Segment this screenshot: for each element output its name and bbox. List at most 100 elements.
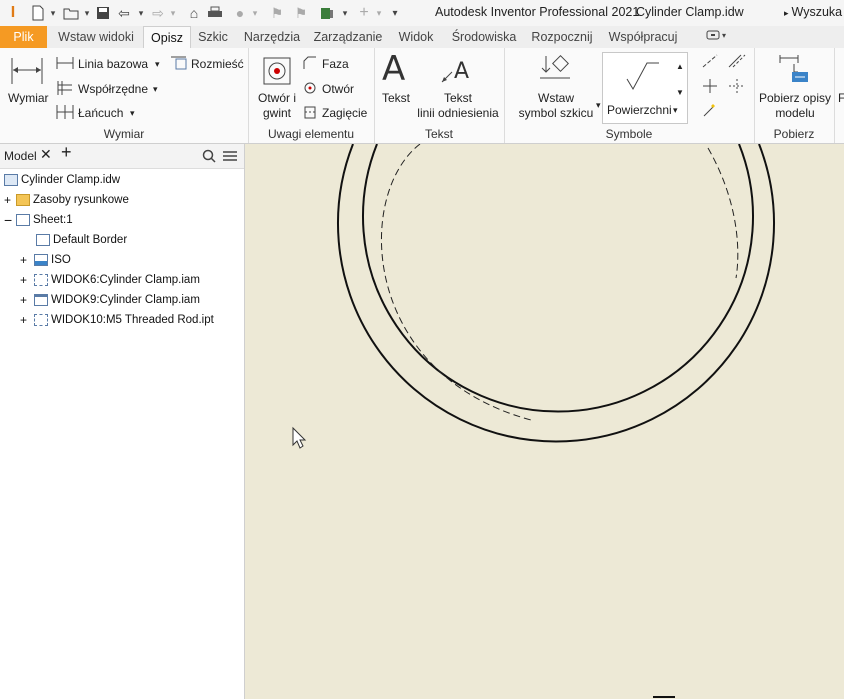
tab-plik[interactable]: Plik [0, 26, 47, 48]
tree-item-label: WIDOK9:Cylinder Clamp.iam [51, 294, 200, 306]
home-icon[interactable]: ⌂ [186, 4, 202, 22]
measure-icon[interactable]: ⚑ [268, 4, 286, 22]
chain-icon[interactable] [56, 104, 74, 123]
tab-wspolpracuj[interactable]: Współpracuj [602, 26, 684, 48]
centerline-icon[interactable] [702, 54, 718, 71]
undo-icon[interactable]: ⇦ [116, 4, 132, 22]
redo-dropdown-icon[interactable]: ▾ [168, 4, 178, 22]
customize-qat-icon[interactable]: ▾ [388, 4, 402, 22]
new-file-icon[interactable] [30, 4, 46, 22]
lancuch-button[interactable]: Łańcuch [78, 106, 123, 120]
leader-text-icon[interactable]: A [440, 56, 472, 89]
pobierz-label-1[interactable]: Pobierz opisy [756, 91, 834, 105]
redo-icon[interactable]: ⇨ [150, 4, 166, 22]
powierzchni-label[interactable]: Powierzchni [607, 103, 672, 117]
center-mark-icon[interactable] [702, 78, 718, 97]
otwor-button[interactable]: Otwór [322, 82, 354, 96]
save-icon[interactable] [94, 4, 112, 22]
hole-icon[interactable] [302, 79, 318, 98]
rozmiesc-button[interactable]: Rozmieść [191, 57, 244, 71]
tekst-button[interactable]: Tekst [382, 91, 410, 105]
tab-srodowiska[interactable]: Środowiska [446, 26, 522, 48]
tree-item-document[interactable]: Cylinder Clamp.idw [4, 171, 120, 189]
tab-wstaw-widoki[interactable]: Wstaw widoki [50, 26, 142, 48]
appearance-icon[interactable] [318, 4, 336, 22]
close-tab-icon[interactable]: ✕ [40, 147, 52, 161]
gallery-expand-icon[interactable]: ▾ [673, 103, 678, 117]
expand-plus-icon[interactable]: + [20, 291, 34, 309]
pobierz-label-2[interactable]: modelu [756, 106, 834, 120]
chamfer-icon[interactable] [302, 55, 318, 74]
open-folder-icon[interactable] [62, 4, 80, 22]
measure-2-icon[interactable]: ⚑ [292, 4, 310, 22]
wspolrzedne-dropdown-icon[interactable]: ▾ [153, 82, 158, 96]
new-dropdown-icon[interactable]: ▾ [48, 4, 58, 22]
sketch-symbol-icon[interactable] [538, 54, 572, 87]
gallery-up-icon[interactable]: ▲ [676, 60, 684, 74]
tab-widok[interactable]: Widok [392, 26, 440, 48]
drawing-canvas[interactable] [245, 144, 844, 699]
menu-icon[interactable] [222, 149, 238, 166]
tree-item-sheet[interactable]: − Sheet:1 [4, 211, 73, 229]
wstaw-symbol-label-2[interactable]: symbol szkicu [512, 106, 600, 120]
lancuch-dropdown-icon[interactable]: ▾ [130, 106, 135, 120]
auto-center-icon[interactable] [702, 102, 718, 121]
wspolrzedne-button[interactable]: Współrzędne [78, 82, 148, 96]
expand-plus-icon[interactable]: + [20, 311, 34, 329]
tree-item-iso[interactable]: + ISO [20, 251, 71, 269]
tab-opisz[interactable]: Opisz [143, 26, 191, 50]
otwor-gwint-label-2[interactable]: gwint [254, 106, 300, 120]
expand-plus-icon[interactable]: + [4, 191, 16, 209]
expand-plus-icon[interactable]: + [20, 271, 34, 289]
group-label-pobierz: Pobierz [773, 127, 815, 141]
ordinate-icon[interactable] [56, 80, 74, 99]
undo-dropdown-icon[interactable]: ▾ [136, 4, 146, 22]
hole-thread-icon[interactable] [262, 56, 292, 89]
print-icon[interactable] [206, 4, 224, 22]
tab-rozpocznij[interactable]: Rozpocznij [526, 26, 598, 48]
border-icon [36, 234, 50, 246]
tree-item-resources[interactable]: + Zasoby rysunkowe [4, 191, 129, 209]
centered-pattern-icon[interactable] [728, 78, 746, 97]
dimension-icon[interactable] [10, 56, 44, 89]
linia-bazowa-button[interactable]: Linia bazowa [78, 57, 148, 71]
baseline-icon[interactable] [56, 56, 74, 73]
retrieve-annotations-icon[interactable] [778, 54, 810, 87]
tab-narzedzia[interactable]: Narzędzia [240, 26, 304, 48]
ribbon-display-options-icon[interactable]: ▾ [700, 26, 734, 48]
gallery-down-icon[interactable]: ▼ [676, 86, 684, 100]
zagiecie-button[interactable]: Zagięcie [322, 106, 367, 120]
tree-item-view10[interactable]: + WIDOK10:M5 Threaded Rod.ipt [20, 311, 214, 329]
inventor-logo-icon[interactable]: I [6, 4, 20, 22]
wstaw-symbol-label-1[interactable]: Wstaw [512, 91, 600, 105]
search-icon[interactable] [202, 149, 216, 166]
update-dropdown-icon[interactable]: ▾ [250, 4, 260, 22]
plus-icon[interactable]: + [356, 4, 372, 22]
expand-plus-icon[interactable]: + [20, 251, 34, 269]
tree-item-border[interactable]: Default Border [36, 231, 127, 249]
plus-dropdown-icon[interactable]: ▾ [374, 4, 384, 22]
wymiar-button[interactable]: Wymiar [8, 91, 49, 105]
tree-item-view6[interactable]: + WIDOK6:Cylinder Clamp.iam [20, 271, 200, 289]
search-box[interactable]: ▸ Wyszuka [784, 5, 842, 19]
collapse-minus-icon[interactable]: − [4, 211, 16, 229]
arrange-icon[interactable] [170, 55, 188, 74]
open-dropdown-icon[interactable]: ▾ [82, 4, 92, 22]
tekst-linii-label-1[interactable]: Tekst [414, 91, 502, 105]
faza-button[interactable]: Faza [322, 57, 349, 71]
linia-bazowa-dropdown-icon[interactable]: ▾ [155, 57, 160, 71]
drawing-document-icon [4, 174, 18, 186]
otwor-gwint-label-1[interactable]: Otwór i [254, 91, 300, 105]
add-tab-icon[interactable]: + [61, 143, 72, 161]
tekst-linii-label-2[interactable]: linii odniesienia [414, 106, 502, 120]
text-icon[interactable]: A [382, 50, 405, 88]
appearance-dropdown-icon[interactable]: ▾ [340, 4, 350, 22]
update-icon[interactable]: ● [232, 4, 248, 22]
tab-zarzadzanie[interactable]: Zarządzanie [310, 26, 386, 48]
tree-item-view9[interactable]: + WIDOK9:Cylinder Clamp.iam [20, 291, 200, 309]
wstaw-symbol-dropdown-icon[interactable]: ▾ [596, 98, 601, 112]
centerline-bisector-icon[interactable] [728, 54, 746, 71]
tab-model[interactable]: Model [4, 149, 37, 163]
bend-icon[interactable] [302, 104, 318, 123]
tab-szkic[interactable]: Szkic [193, 26, 233, 48]
